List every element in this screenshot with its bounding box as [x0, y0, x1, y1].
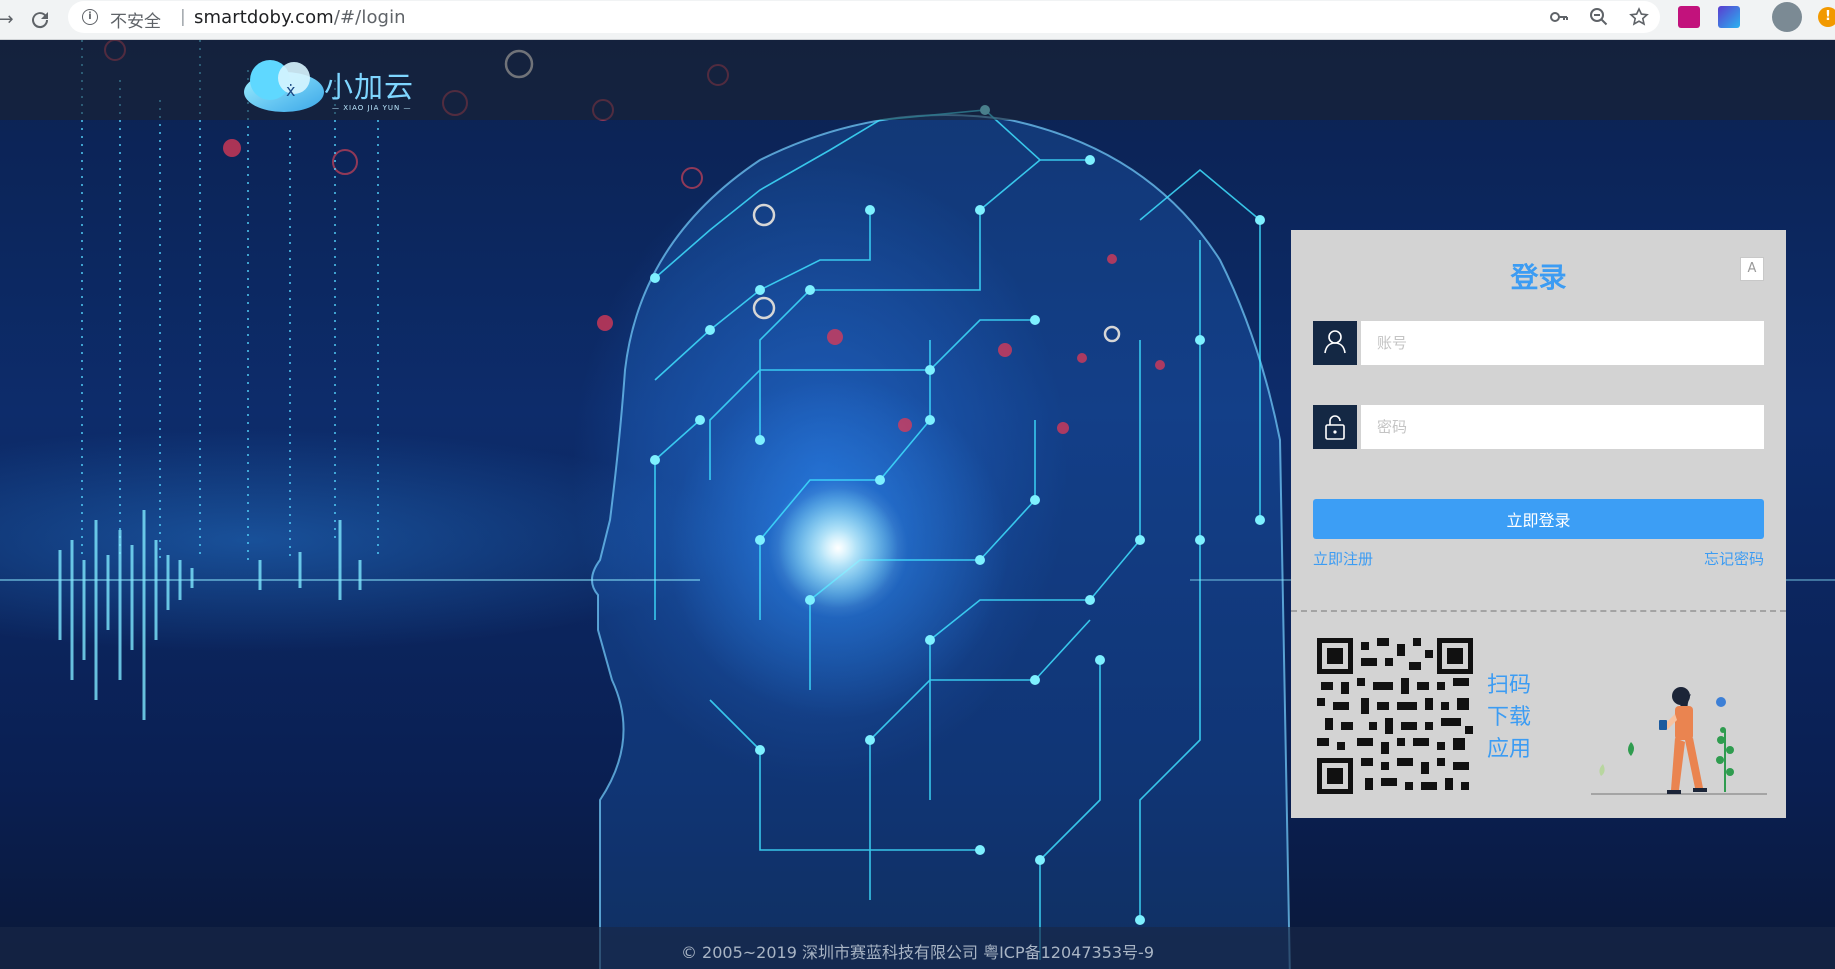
- browser-toolbar: → i 不安全 | smartdoby.com/#/login !: [0, 0, 1835, 40]
- login-button[interactable]: 立即登录: [1313, 499, 1764, 539]
- reload-icon[interactable]: [28, 8, 52, 32]
- language-switch-icon[interactable]: A: [1740, 257, 1764, 281]
- forgot-password-link[interactable]: 忘记密码: [1704, 548, 1764, 569]
- key-icon[interactable]: [1548, 7, 1570, 29]
- video-extension-icon[interactable]: [1718, 6, 1740, 28]
- url-path: /#/login: [333, 7, 406, 28]
- zoom-out-icon[interactable]: [1588, 7, 1610, 29]
- star-icon[interactable]: [1628, 7, 1650, 29]
- url-host: smartdoby.com: [194, 7, 334, 28]
- footer-bar: © 2005~2019 深圳市赛蓝科技有限公司 粤ICP备12047353号-9: [0, 927, 1835, 969]
- scan-download-text: 扫码 下载 应用: [1487, 670, 1531, 766]
- profile-avatar[interactable]: [1772, 2, 1802, 32]
- copyright-text: © 2005~2019 深圳市赛蓝科技有限公司 粤ICP备12047353号-9: [680, 943, 1155, 962]
- info-icon[interactable]: i: [82, 9, 98, 25]
- svg-text:ẋ: ẋ: [286, 81, 295, 100]
- section-divider: [1291, 610, 1786, 612]
- download-qr-code: [1317, 638, 1473, 794]
- address-bar[interactable]: i 不安全 | smartdoby.com/#/login: [68, 1, 1660, 33]
- scan-text-line-1: 扫码: [1487, 673, 1532, 698]
- account-input[interactable]: [1361, 321, 1764, 365]
- url-text[interactable]: smartdoby.com/#/login: [194, 7, 406, 28]
- scan-text-line-2: 下载: [1487, 705, 1532, 730]
- password-input[interactable]: [1361, 405, 1764, 449]
- security-label: 不安全: [110, 12, 161, 32]
- url-separator: |: [180, 7, 186, 27]
- back-icon[interactable]: →: [0, 8, 18, 32]
- axure-rp-extension-icon[interactable]: [1678, 6, 1700, 28]
- brand-name: 小加云: [324, 70, 415, 104]
- update-warning-icon[interactable]: !: [1818, 7, 1835, 27]
- woman-with-phone-illustration: [1591, 687, 1767, 795]
- login-title: 登录: [1510, 261, 1567, 294]
- brand-subtitle: — XIAO JIA YUN —: [332, 104, 412, 112]
- user-icon: [1313, 321, 1357, 365]
- lock-icon: [1313, 405, 1357, 449]
- scan-text-line-3: 应用: [1487, 737, 1532, 762]
- login-page: ẋ 小加云 — XIAO JIA YUN — 登录 A 立即登录 立即注册 忘记…: [0, 40, 1835, 969]
- register-link[interactable]: 立即注册: [1313, 548, 1373, 569]
- login-panel: 登录 A 立即登录 立即注册 忘记密码: [1291, 230, 1786, 818]
